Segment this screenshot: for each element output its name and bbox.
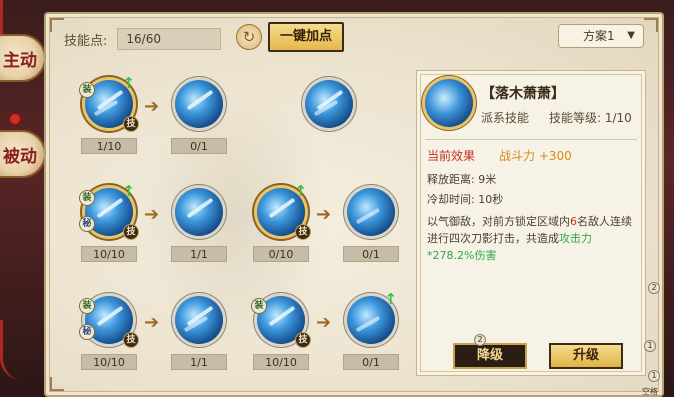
upgrade-arrow-icon: ↑: [122, 74, 135, 92]
skill-orb-icon: [175, 188, 223, 236]
skill-level: 10/10: [253, 354, 309, 370]
skill-level: 0/1: [343, 354, 399, 370]
chevron-down-icon: ▼: [627, 30, 635, 41]
skill-orb-icon: 装 秘 技: [79, 296, 139, 348]
skill-description: 以气御敌，对前方锁定区域内6名敌人连续进行四次刀影打击，共造成攻击力*278.2…: [427, 213, 639, 264]
corner-ornament: [644, 18, 658, 32]
secret-badge: 秘: [79, 324, 95, 340]
skill-orb-icon: 技 ↑: [257, 182, 311, 240]
skill-level: 0/10: [253, 246, 309, 262]
skill-orb-icon: 装 技: [251, 296, 311, 348]
cast-range: 释放距离: 9米: [427, 173, 497, 186]
tab-passive-skills[interactable]: 被动: [0, 130, 46, 178]
desc-count: 6: [570, 215, 577, 228]
skill-orb-icon: [175, 296, 223, 344]
skill-type: 派系技能: [481, 111, 530, 125]
tech-badge: 技: [123, 332, 139, 348]
skill-orb-icon: 装 秘 技 ↑: [79, 182, 139, 240]
skill-node[interactable]: [296, 80, 362, 128]
arrow-right-icon: ➔: [316, 204, 332, 225]
secret-badge: 秘: [79, 216, 95, 232]
tech-badge: 技: [123, 224, 139, 240]
one-key-add-button[interactable]: 一键加点: [268, 22, 344, 52]
skill-orb-icon: [305, 80, 353, 128]
skill-orb-icon: 装 技 ↑: [79, 74, 139, 132]
equip-badge: 装: [251, 298, 267, 314]
skill-points-value: 16/60: [117, 28, 222, 50]
tech-badge: 技: [123, 116, 139, 132]
tab-passive-label: 被动: [3, 146, 37, 167]
upgrade-arrow-icon: ↑: [294, 182, 307, 200]
arrow-right-icon: ➔: [316, 312, 332, 333]
skill-level: 1/1: [171, 354, 227, 370]
arrow-right-icon: ➔: [144, 96, 160, 117]
skill-tree: 装 技 ↑ 1/10 ➔ 0/1 装 秘 技 ↑ 10/10 ➔ 1/1 技 ↑…: [60, 58, 410, 394]
indicator-dot: 2: [474, 334, 486, 346]
knot-decoration: [8, 112, 22, 126]
upgrade-arrow-icon: ↑: [122, 182, 135, 200]
skill-level: 0/1: [343, 246, 399, 262]
skill-level-label: 技能等级: 1/10: [549, 111, 632, 125]
tab-active-skills[interactable]: 主动: [0, 34, 46, 82]
skill-node[interactable]: 1/1: [166, 296, 232, 370]
arrow-right-icon: ➔: [144, 312, 160, 333]
skill-level: 10/10: [81, 354, 137, 370]
skill-level: 1/1: [171, 246, 227, 262]
plan-dropdown[interactable]: 方案1 ▼: [558, 24, 644, 48]
indicator-dot: 1: [648, 370, 660, 382]
corner-label: 空格: [642, 387, 658, 396]
upgrade-arrow-icon: ↑: [384, 290, 397, 308]
skill-level: 0/1: [171, 138, 227, 154]
skill-level: 10/10: [81, 246, 137, 262]
current-effect-value: 战斗力 +300: [499, 149, 572, 163]
skill-node[interactable]: 1/1: [166, 188, 232, 262]
desc-part1: 以气御敌，对前方锁定区域内: [427, 215, 570, 228]
corner-ornament: [50, 18, 64, 32]
indicator-dot: 2: [648, 282, 660, 294]
skill-points-label: 技能点:: [64, 33, 108, 49]
skill-points-bar: 技能点: 16/60: [64, 26, 222, 52]
skill-node[interactable]: 0/1: [338, 188, 404, 262]
skill-node[interactable]: 装 技 10/10: [248, 296, 314, 370]
skill-node[interactable]: 技 ↑ 0/10: [248, 182, 314, 262]
downgrade-button[interactable]: 降级: [453, 343, 527, 369]
skill-orb-icon: [175, 80, 223, 128]
tech-badge: 技: [295, 224, 311, 240]
skill-orb-icon: ↑: [347, 290, 397, 344]
indicator-dot: 1: [644, 340, 656, 352]
current-effect-title: 当前效果: [427, 149, 476, 163]
skill-orb-icon: [347, 188, 395, 236]
skill-detail-panel: 【落木萧萧】 派系技能 技能等级: 1/10 当前效果 战斗力 +300 释放距…: [416, 70, 646, 376]
skill-name: 【落木萧萧】: [481, 86, 565, 102]
skill-node[interactable]: 装 技 ↑ 1/10: [76, 74, 142, 154]
plan-selected-value: 方案1: [583, 29, 615, 43]
tab-active-label: 主动: [3, 50, 37, 71]
skill-panel: 技能点: 16/60 ↻ 一键加点 方案1 ▼ 装 技 ↑ 1/10 ➔ 0/1: [44, 12, 664, 397]
skill-node[interactable]: ↑ 0/1: [338, 290, 404, 370]
skill-node[interactable]: 装 秘 技 ↑ 10/10: [76, 182, 142, 262]
skill-level: 1/10: [81, 138, 137, 154]
divider: [425, 139, 637, 140]
cooldown: 冷却时间: 10秒: [427, 193, 504, 206]
tech-badge: 技: [295, 332, 311, 348]
skill-node[interactable]: 0/1: [166, 80, 232, 154]
reset-points-icon[interactable]: ↻: [236, 24, 262, 50]
equip-badge: 装: [79, 190, 95, 206]
equip-badge: 装: [79, 298, 95, 314]
red-cord-decoration-bottom: [0, 320, 22, 380]
upgrade-button[interactable]: 升级: [549, 343, 623, 369]
equip-badge: 装: [79, 82, 95, 98]
selected-skill-icon: [425, 79, 473, 127]
arrow-right-icon: ➔: [144, 204, 160, 225]
skill-node[interactable]: 装 秘 技 10/10: [76, 296, 142, 370]
